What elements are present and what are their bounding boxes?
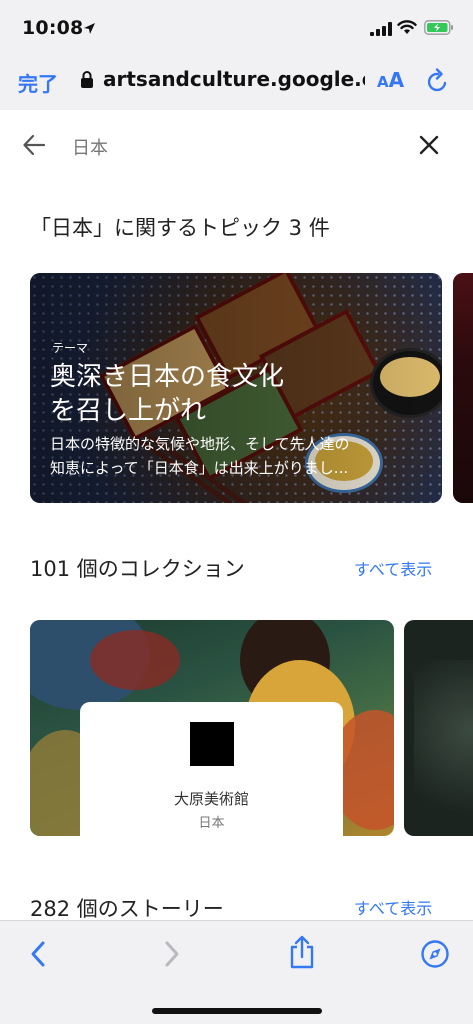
location-arrow-icon [83, 20, 96, 39]
share-icon[interactable] [287, 935, 317, 973]
text-size-small-label: A [377, 73, 389, 91]
collections-section-title: 101 個のコレクション [30, 557, 245, 581]
url-bar: 完了 artsandculture.google.com AA [0, 56, 473, 110]
search-header: 日本 [0, 110, 473, 180]
painting-image [90, 630, 180, 690]
text-size-button[interactable]: AA [377, 68, 404, 92]
lock-icon [80, 70, 94, 93]
stories-see-all-link[interactable]: すべて表示 [354, 895, 432, 919]
back-arrow-icon[interactable] [22, 134, 46, 160]
signal-icon [370, 21, 392, 40]
collection-info-panel: 大原美術館 日本 [80, 702, 343, 836]
topic-description: 日本の特徴的な気候や地形、そして先人達の 知恵によって「日本食」は出来上がりまし… [50, 432, 422, 480]
museum-logo [190, 722, 234, 766]
collection-card-next-image [414, 660, 473, 836]
topic-card-next[interactable] [453, 273, 473, 503]
status-time: 10:08 [22, 17, 84, 39]
topic-title-line: 奥深き日本の食文化 [50, 362, 285, 392]
url-text[interactable]: artsandculture.google.com [103, 67, 365, 91]
topic-title: 奥深き日本の食文化 を召し上がれ [50, 360, 350, 428]
stories-section-title: 282 個のストーリー [30, 897, 224, 921]
topic-label: テーマ [52, 341, 89, 355]
collections-see-all-link[interactable]: すべて表示 [354, 556, 432, 580]
forward-icon[interactable] [160, 939, 182, 973]
topic-title-line: を召し上がれ [50, 396, 207, 426]
wifi-icon [397, 19, 417, 39]
home-indicator[interactable] [152, 1008, 322, 1014]
page: 10:08 完了 artsandculture.google. AA 日本 「日… [0, 0, 473, 1024]
topics-section-title: 「日本」に関するトピック 3 件 [30, 216, 330, 240]
museum-location: 日本 [198, 816, 225, 831]
close-icon[interactable] [418, 134, 440, 160]
status-bar: 10:08 [0, 0, 473, 56]
collection-card[interactable]: 大原美術館 日本 [30, 620, 394, 836]
reload-icon[interactable] [426, 68, 450, 98]
topic-description-line: 日本の特徴的な気候や地形、そして先人達の [50, 435, 350, 453]
collection-card-next[interactable] [404, 620, 473, 836]
topic-card-next-image [453, 273, 473, 503]
search-query[interactable]: 日本 [72, 134, 108, 160]
back-icon[interactable] [28, 939, 50, 973]
done-button[interactable]: 完了 [18, 68, 58, 97]
compass-icon[interactable] [420, 939, 450, 973]
museum-name: 大原美術館 [173, 790, 249, 808]
topic-card[interactable]: テーマ 奥深き日本の食文化 を召し上がれ 日本の特徴的な気候や地形、そして先人達… [30, 273, 442, 503]
browser-chrome: 10:08 完了 artsandculture.google. AA [0, 0, 473, 110]
battery-charging-icon [424, 20, 454, 39]
text-size-large-label: A [388, 68, 405, 92]
topic-description-line: 知恵によって「日本食」は出来上がりまし... [50, 459, 349, 477]
